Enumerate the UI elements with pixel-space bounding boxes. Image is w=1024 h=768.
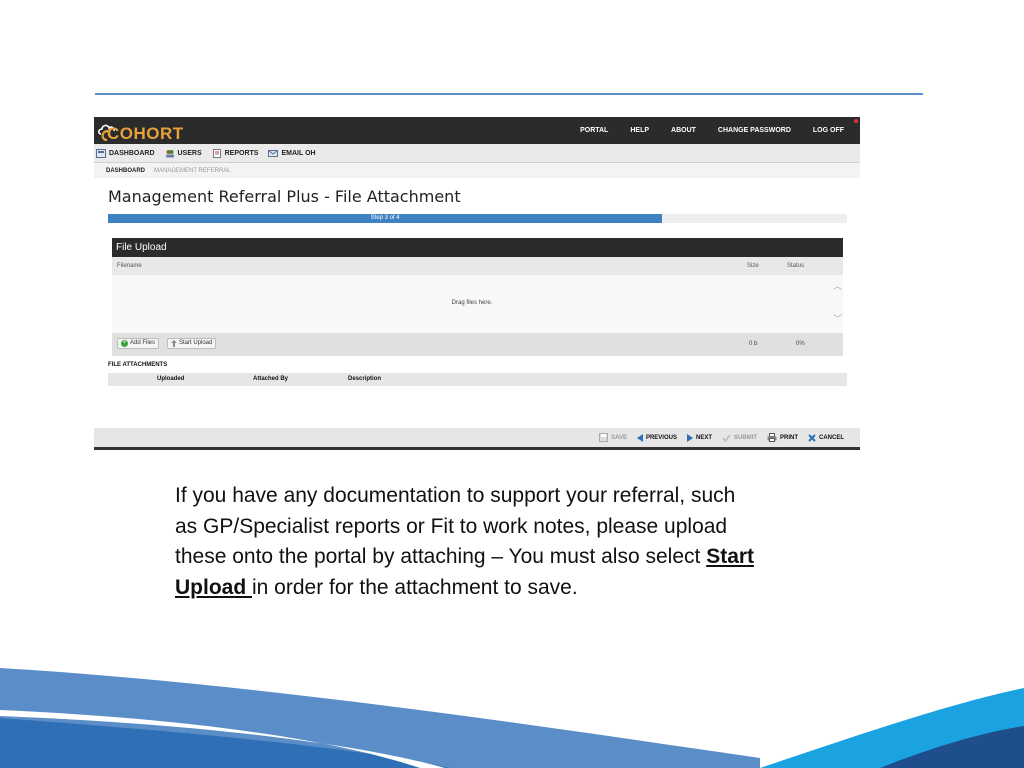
next-label: NEXT xyxy=(695,434,712,441)
print-label: PRINT xyxy=(780,434,798,441)
subnav-dashboard-label: DASHBOARD xyxy=(109,149,155,157)
breadcrumb: DASHBOARD MANAGEMENT REFERRAL xyxy=(94,163,860,178)
column-size: Size xyxy=(747,263,759,269)
file-attachments-title: FILE ATTACHMENTS xyxy=(108,362,168,368)
submit-label: SUBMIT xyxy=(734,434,757,441)
nav-about[interactable]: ABOUT xyxy=(671,127,696,134)
progress-label: Step 3 of 4 xyxy=(370,215,400,221)
column-status: Status xyxy=(787,263,805,269)
nav-portal[interactable]: PORTAL xyxy=(580,127,608,134)
subnav-email[interactable]: EMAIL OH xyxy=(268,149,316,158)
decorative-waves xyxy=(0,668,1024,768)
notification-dot xyxy=(854,119,858,123)
subnav-users-label: USERS xyxy=(177,149,202,157)
add-icon: + xyxy=(121,340,128,347)
caption-text-2: in order for the attachment to save. xyxy=(252,575,578,599)
file-upload-title: File Upload xyxy=(112,238,843,257)
caption-text-1: If you have any documentation to support… xyxy=(175,484,736,568)
column-description: Description xyxy=(348,376,382,382)
progress-fill: Step 3 of 4 xyxy=(108,214,663,223)
sub-nav: DASHBOARD USERS REPORTS EMAIL OH xyxy=(94,144,860,163)
column-uploaded: Uploaded xyxy=(157,376,185,382)
drop-zone-text: Drag files here. xyxy=(451,300,493,306)
cancel-icon xyxy=(808,433,816,442)
slide-top-rule xyxy=(95,93,923,95)
submit-button[interactable]: SUBMIT xyxy=(722,434,757,442)
dashboard-icon xyxy=(96,148,106,158)
step-progress-bar: Step 3 of 4 xyxy=(108,214,847,223)
cancel-label: CANCEL xyxy=(819,434,844,441)
screenshot-bottom-edge xyxy=(94,447,860,450)
previous-icon xyxy=(636,433,643,442)
subnav-email-label: EMAIL OH xyxy=(281,149,316,157)
breadcrumb-dashboard[interactable]: DASHBOARD xyxy=(106,168,145,174)
column-attached-by: Attached By xyxy=(253,376,289,382)
file-upload-footer: + Add Files Start Upload 0 b 0% xyxy=(112,333,843,356)
subnav-reports-label: REPORTS xyxy=(224,149,259,157)
submit-icon xyxy=(722,434,731,442)
total-size: 0 b xyxy=(749,341,758,347)
nav-help[interactable]: HELP xyxy=(630,127,649,134)
start-upload-label: Start Upload xyxy=(179,340,213,346)
previous-label: PREVIOUS xyxy=(645,434,677,441)
nav-change-password[interactable]: CHANGE PASSWORD xyxy=(718,127,791,134)
cancel-button[interactable]: CANCEL xyxy=(808,433,844,442)
save-button[interactable]: SAVE xyxy=(599,433,627,442)
save-label: SAVE xyxy=(611,434,627,441)
add-files-label: Add Files xyxy=(130,340,156,346)
previous-button[interactable]: PREVIOUS xyxy=(636,433,677,442)
logo-text: COHORT xyxy=(107,124,184,143)
scroll-down-chevron-icon[interactable]: ﹀ xyxy=(833,315,842,324)
reports-icon xyxy=(212,148,221,158)
action-bar: SAVE PREVIOUS NEXT SUBMIT PRINT CANCEL xyxy=(94,428,860,447)
top-nav: PORTAL HELP ABOUT CHANGE PASSWORD LOG OF… xyxy=(580,117,844,144)
users-icon xyxy=(165,149,174,157)
email-icon xyxy=(268,149,279,157)
scroll-up-chevron-icon[interactable]: ︿ xyxy=(833,282,842,291)
page-title: Management Referral Plus - File Attachme… xyxy=(108,187,461,206)
next-icon xyxy=(686,433,693,442)
print-button[interactable]: PRINT xyxy=(767,433,798,442)
subnav-dashboard[interactable]: DASHBOARD xyxy=(96,148,155,158)
nav-log-off[interactable]: LOG OFF xyxy=(813,127,844,134)
file-upload-columns: Filename Size Status xyxy=(112,257,843,275)
instruction-caption: If you have any documentation to support… xyxy=(175,481,755,603)
subnav-users[interactable]: USERS xyxy=(165,149,202,158)
start-upload-button[interactable]: Start Upload xyxy=(167,338,217,349)
file-upload-panel: File Upload Filename Size Status Drag fi… xyxy=(112,238,843,356)
cohort-logo: COHORT xyxy=(97,120,187,143)
file-attachments-header: Uploaded Attached By Description xyxy=(108,373,847,386)
total-status: 0% xyxy=(796,341,805,347)
print-icon xyxy=(767,433,777,442)
portal-screenshot: COHORT PORTAL HELP ABOUT CHANGE PASSWORD… xyxy=(94,117,860,450)
next-button[interactable]: NEXT xyxy=(686,433,712,442)
upload-arrow-icon xyxy=(171,340,177,347)
save-icon xyxy=(599,433,609,442)
file-drop-zone[interactable]: Drag files here. ︿ ﹀ xyxy=(112,275,843,333)
subnav-reports[interactable]: REPORTS xyxy=(212,148,259,158)
column-filename: Filename xyxy=(117,263,142,269)
portal-top-bar: COHORT PORTAL HELP ABOUT CHANGE PASSWORD… xyxy=(94,117,860,144)
add-files-button[interactable]: + Add Files xyxy=(117,338,160,349)
breadcrumb-management-referral: MANAGEMENT REFERRAL xyxy=(154,167,231,174)
